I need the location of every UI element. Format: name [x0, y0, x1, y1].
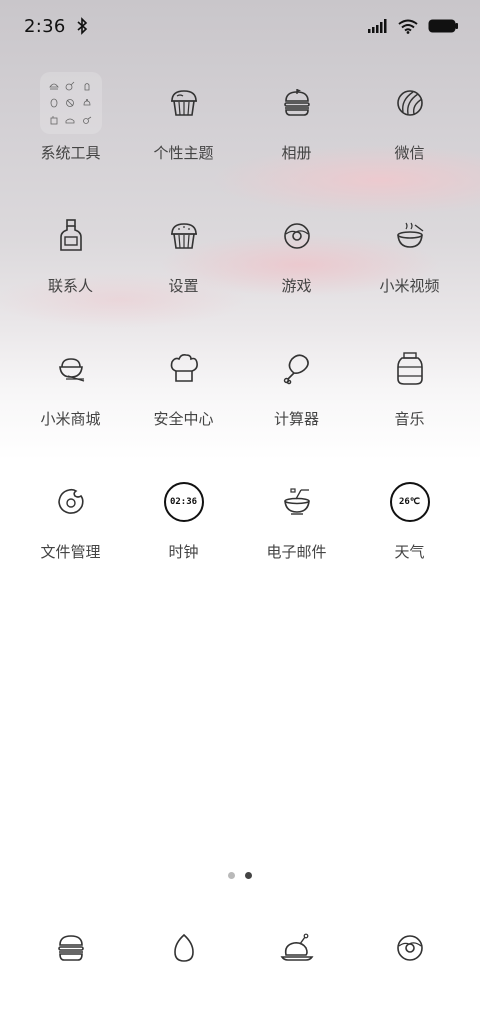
clock-time: 02:36: [169, 497, 198, 507]
folder-icon: [39, 72, 102, 134]
app-weather[interactable]: 26℃ 天气: [353, 471, 466, 566]
app-label: 游戏: [281, 277, 312, 295]
roast-chicken-icon[interactable]: [266, 918, 328, 978]
bowl-icon: [379, 205, 441, 267]
app-system-tools[interactable]: 系统工具: [14, 72, 127, 167]
app-label: 系统工具: [40, 144, 101, 162]
dock: [14, 918, 466, 978]
weather-icon: 26℃: [379, 471, 441, 533]
bitten-donut-icon: [40, 471, 102, 533]
app-label: 时钟: [168, 543, 199, 561]
burger-icon[interactable]: [40, 918, 102, 978]
weather-temperature: 26℃: [399, 497, 420, 507]
app-label: 设置: [168, 277, 199, 295]
app-label: 联系人: [47, 277, 93, 295]
page-dot-1[interactable]: [228, 872, 235, 879]
egg-icon[interactable]: [153, 918, 215, 978]
rice-bowl-icon: [40, 338, 102, 400]
status-bar: 2:36: [0, 0, 480, 52]
app-clock[interactable]: 02:36 时钟: [127, 471, 240, 566]
donut-icon: [266, 205, 328, 267]
chef-hat-icon: [153, 338, 215, 400]
app-themes[interactable]: 个性主题: [127, 72, 240, 167]
donut-icon[interactable]: [379, 918, 441, 978]
app-security[interactable]: 安全中心: [127, 338, 240, 433]
watermelon-icon: [379, 72, 441, 134]
cupcake-icon: [153, 72, 215, 134]
mixing-bowl-icon: [266, 471, 328, 533]
app-label: 相册: [281, 144, 312, 162]
bluetooth-icon: [76, 17, 88, 35]
page-dot-2-active[interactable]: [245, 872, 252, 879]
page-indicator: [0, 872, 480, 879]
honey-jar-icon: [379, 338, 441, 400]
app-contacts[interactable]: 联系人: [14, 205, 127, 300]
app-label: 天气: [394, 543, 425, 561]
app-file-manager[interactable]: 文件管理: [14, 471, 127, 566]
app-label: 计算器: [273, 410, 319, 428]
app-music[interactable]: 音乐: [353, 338, 466, 433]
cupcake-icon: [153, 205, 215, 267]
app-label: 个性主题: [153, 144, 214, 162]
signal-icon: [368, 19, 388, 33]
app-label: 小米视频: [379, 277, 440, 295]
app-games[interactable]: 游戏: [240, 205, 353, 300]
app-grid: 系统工具 个性主题 相册 微信 联系人 设置 游戏 小米视频 小米商城 安全中心…: [0, 72, 480, 566]
wifi-icon: [398, 19, 418, 34]
app-mi-video[interactable]: 小米视频: [353, 205, 466, 300]
app-mi-store[interactable]: 小米商城: [14, 338, 127, 433]
battery-icon: [428, 19, 458, 33]
app-label: 小米商城: [40, 410, 101, 428]
app-label: 微信: [394, 144, 425, 162]
app-wechat[interactable]: 微信: [353, 72, 466, 167]
bottle-icon: [40, 205, 102, 267]
app-label: 文件管理: [40, 543, 101, 561]
app-calculator[interactable]: 计算器: [240, 338, 353, 433]
app-settings[interactable]: 设置: [127, 205, 240, 300]
clock-icon: 02:36: [153, 471, 215, 533]
app-gallery[interactable]: 相册: [240, 72, 353, 167]
status-time: 2:36: [24, 15, 66, 37]
burger-icon: [266, 72, 328, 134]
drumstick-icon: [266, 338, 328, 400]
app-label: 安全中心: [153, 410, 214, 428]
app-label: 音乐: [394, 410, 425, 428]
app-label: 电子邮件: [266, 543, 327, 561]
app-email[interactable]: 电子邮件: [240, 471, 353, 566]
